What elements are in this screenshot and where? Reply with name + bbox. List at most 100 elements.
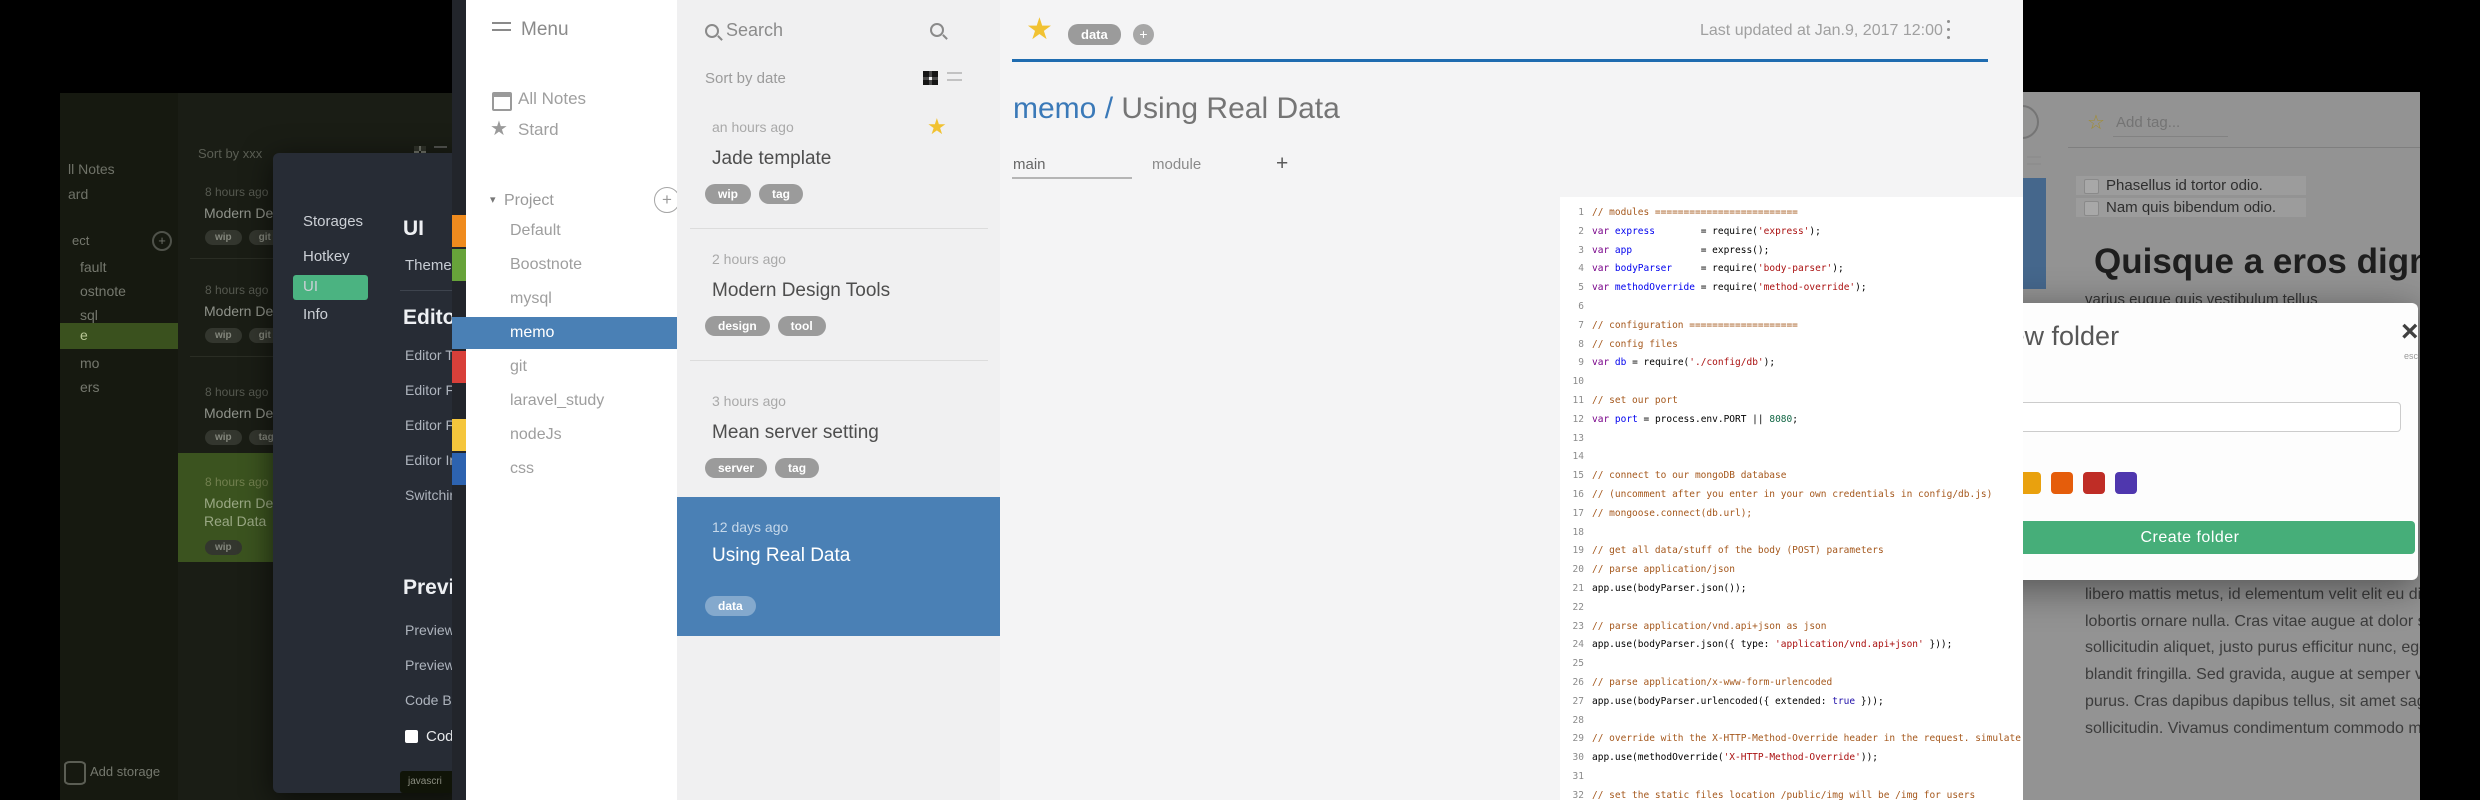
dark-folder-item[interactable]: sql — [80, 307, 98, 323]
folder-color-swatch[interactable] — [2051, 472, 2073, 494]
folder-color-gutter — [452, 0, 466, 800]
sidebar-item-all-notes[interactable]: All Notes — [518, 89, 586, 109]
dark-sidebar: ll Notes ard ect + fault ostnote sql e mo ers … — [60, 93, 178, 800]
star-icon[interactable]: ★ — [927, 114, 947, 140]
sidebar-folder-mysql[interactable]: mysql — [510, 290, 552, 308]
dark-add-folder-button[interactable]: + — [152, 231, 172, 251]
kebab-menu-icon[interactable] — [1947, 20, 1951, 42]
tag-pill[interactable]: design — [705, 316, 770, 336]
note-star-toggle[interactable]: ★ — [1026, 12, 1053, 47]
tag-pill[interactable]: tag — [775, 458, 820, 478]
settings-nav-ui[interactable]: UI — [303, 278, 318, 295]
note-list-item[interactable]: 2 hours ago Modern Design Tools design tool — [677, 239, 1000, 360]
create-folder-button[interactable]: Create folder — [2023, 521, 2415, 554]
all-notes-icon — [492, 92, 512, 111]
background-window-right-zone: ☆ Add tag... Phasellus id tortor odio. Na… — [2023, 0, 2480, 800]
dark-project-label[interactable]: ect — [72, 233, 89, 248]
list-view-icon[interactable] — [947, 72, 962, 85]
dark-folder-item[interactable]: e — [80, 327, 88, 343]
note-list-item[interactable]: an hours ago ★ Jade template wip tag — [677, 107, 1000, 228]
note-list-item[interactable]: 12 days ago Using Real Data data — [677, 497, 1000, 636]
note-tags: wip — [205, 537, 249, 555]
dark-sidebar-item[interactable]: ard — [68, 186, 88, 202]
note-time: 8 hours ago — [205, 185, 269, 199]
sidebar-folder-git[interactable]: git — [510, 358, 527, 376]
code-mode-value: javascri — [408, 776, 442, 787]
sidebar-item-starred[interactable]: Stard — [518, 120, 559, 140]
note-title: Modern Des — [204, 205, 281, 221]
tag-pill[interactable]: data — [1068, 24, 1121, 45]
code-line: 31 — [1572, 770, 1584, 782]
sidebar-folder-nodeJs[interactable]: nodeJs — [510, 426, 562, 444]
paragraph-line: blandit fringilla. Sed gravida, augue at… — [2085, 666, 2420, 684]
dark-folder-item[interactable]: ers — [80, 379, 99, 395]
settings-section-ui: UI — [403, 217, 424, 240]
sidebar-folder-Default[interactable]: Default — [510, 222, 561, 240]
folder-color-swatch[interactable] — [2023, 472, 2041, 494]
grid-view-icon[interactable] — [923, 71, 938, 85]
code-line: 14 — [1572, 451, 1584, 463]
esc-hint: esc — [2404, 351, 2419, 361]
background-window-dimmed-app: ☆ Add tag... Phasellus id tortor odio. Na… — [2023, 92, 2420, 800]
folder-name-input[interactable] — [2023, 402, 2401, 432]
tag-pill[interactable]: data — [705, 596, 756, 616]
sidebar-folder-Boostnote[interactable]: Boostnote — [510, 256, 582, 274]
code-editor[interactable]: 1// modules ========================= 2 va… — [1560, 197, 2023, 800]
sidebar-folder-css[interactable]: css — [510, 460, 534, 478]
breadcrumb-folder[interactable]: memo — [1013, 92, 1096, 125]
note-title: Modern Des — [204, 495, 281, 511]
dark-folder-item[interactable]: ostnote — [80, 283, 126, 299]
paragraph-line: sollicitudin. Vivamus condimentum commod… — [2085, 719, 2420, 737]
tag-pill[interactable]: wip — [705, 184, 751, 204]
main-window: Menu All Notes ★ Stard ▾ Project + Defau… — [452, 0, 2023, 800]
note-title[interactable]: Using Real Data — [1121, 92, 1339, 125]
tag-pill[interactable]: tag — [759, 184, 803, 204]
folder-color-swatch[interactable] — [2115, 472, 2137, 494]
tag-pill[interactable]: tool — [777, 316, 826, 336]
folder-color-chip — [452, 215, 466, 247]
code-line: 15// connect to our mongoDB database — [1572, 470, 1787, 482]
paragraph-line: lobortis ornare nulla. Cras vitae augue … — [2085, 612, 2420, 630]
tab-main[interactable]: main — [1013, 156, 1046, 173]
code-line: 22 — [1572, 601, 1584, 613]
sidebar-folder-laravel_study[interactable]: laravel_study — [510, 392, 604, 410]
settings-nav-info[interactable]: Info — [303, 306, 328, 323]
menu-label[interactable]: Menu — [521, 19, 569, 41]
add-snippet-tab-button[interactable]: + — [1276, 152, 1288, 176]
note-list-item[interactable]: 3 hours ago Mean server setting server tag — [677, 381, 1000, 497]
sidebar-folder-memo[interactable]: memo — [510, 324, 554, 342]
code-line: 32// set the static files location /publ… — [1572, 789, 1976, 800]
add-tag-button[interactable]: + — [1133, 24, 1154, 45]
note-tags: wip tag — [705, 184, 811, 204]
paragraph-line: purus. Cras dapibus dapibus tellus, sit … — [2085, 692, 2420, 710]
folder-color-swatch[interactable] — [2083, 472, 2105, 494]
settings-nav-storages[interactable]: Storages — [303, 213, 363, 230]
code-line: 6 — [1578, 300, 1584, 312]
dark-add-storage-button[interactable]: Add storage — [90, 764, 160, 779]
search-input[interactable]: Search — [726, 20, 783, 41]
note-divider — [690, 360, 988, 361]
storage-icon — [64, 761, 86, 785]
last-updated-label: Last updated at Jan.9, 2017 12:00 — [1700, 22, 1943, 39]
close-icon[interactable]: × — [2401, 315, 2419, 349]
dark-sidebar-item[interactable]: ll Notes — [68, 161, 115, 177]
dark-folder-item[interactable]: fault — [80, 259, 106, 275]
dark-folder-item[interactable]: mo — [80, 355, 99, 371]
code-line: 26// parse application/x-www-form-urlenc… — [1572, 676, 1833, 688]
code-line: 16// (uncomment after you enter in your … — [1572, 488, 1993, 500]
settings-nav-hotkey[interactable]: Hotkey — [303, 248, 350, 265]
tab-module[interactable]: module — [1152, 156, 1201, 173]
note-divider — [690, 228, 988, 229]
tag-pill[interactable]: server — [705, 458, 768, 478]
dark-sort-selector[interactable]: Sort by xxx — [198, 146, 262, 161]
folder-color-chip — [452, 351, 466, 383]
project-section-label[interactable]: Project — [504, 192, 554, 210]
menu-icon[interactable] — [492, 22, 511, 36]
sidebar: Menu All Notes ★ Stard ▾ Project + Defau… — [452, 0, 680, 800]
dimmed-list-view-icon — [2027, 156, 2041, 168]
code-line: 30 app.use(methodOverride('X-HTTP-Method-… — [1572, 752, 1879, 764]
sort-selector[interactable]: Sort by date — [705, 70, 786, 87]
code-block-checkbox[interactable] — [405, 730, 418, 743]
code-line: 2 var express = require('express'); — [1578, 225, 1821, 237]
chevron-down-icon[interactable]: ▾ — [490, 193, 496, 206]
